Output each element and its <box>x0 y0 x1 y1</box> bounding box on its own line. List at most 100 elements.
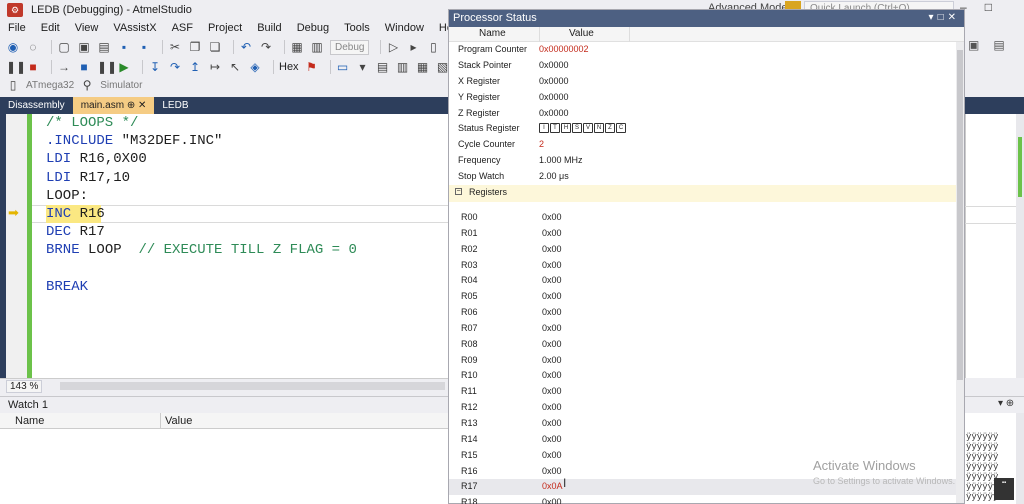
menu-tools[interactable]: Tools <box>344 22 370 34</box>
register-row[interactable]: R04 0x00 <box>449 273 956 289</box>
pause-icon[interactable]: ❚❚ <box>6 60 26 74</box>
save-icon[interactable]: ▪ <box>117 40 131 54</box>
step-over-icon[interactable]: ↷ <box>168 60 182 74</box>
register-value[interactable]: 0x00 <box>542 434 562 444</box>
panel-controls[interactable]: ▾□✕ <box>929 12 960 23</box>
status-value[interactable]: 0x0000 <box>539 92 569 102</box>
menu-edit[interactable]: Edit <box>41 22 60 34</box>
register-value[interactable]: 0x00 <box>542 450 562 460</box>
redo-icon[interactable]: ↷ <box>259 40 273 54</box>
column-separator[interactable] <box>160 413 161 429</box>
save-all-icon[interactable]: ▪ <box>137 40 151 54</box>
status-value[interactable]: 2.00 μs <box>539 171 569 181</box>
status-value[interactable]: 0x0000 <box>539 76 569 86</box>
cut-icon[interactable]: ✂ <box>168 40 182 54</box>
watch-col-value[interactable]: Value <box>165 415 192 427</box>
register-value[interactable]: 0x00 <box>542 402 562 412</box>
flag-checkbox[interactable]: H <box>561 123 571 134</box>
code-line[interactable]: .INCLUDE "M32DEF.INC" <box>46 132 357 150</box>
registers-icon[interactable]: ▥ <box>396 60 410 74</box>
navigate-icon[interactable]: ▦ <box>290 40 304 54</box>
register-value[interactable]: 0x00 <box>542 212 562 222</box>
registers-group-header[interactable]: − Registers <box>449 185 956 202</box>
memory-scrollbar[interactable] <box>1016 413 1024 504</box>
register-value[interactable]: 0x00 <box>542 355 562 365</box>
status-row[interactable]: Y Register 0x0000 <box>449 90 956 106</box>
tab-main-asm[interactable]: main.asm ⊕ ✕ <box>72 97 155 114</box>
menu-asf[interactable]: ASF <box>172 22 193 34</box>
io-icon[interactable]: ▦ <box>416 60 430 74</box>
status-value[interactable]: 0x0000 <box>539 60 569 70</box>
tab-disassembly[interactable]: Disassembly <box>0 97 73 114</box>
register-row[interactable]: R02 0x00 <box>449 242 956 258</box>
register-row[interactable]: R09 0x00 <box>449 353 956 369</box>
status-row[interactable]: Stop Watch 2.00 μs <box>449 169 956 185</box>
windows-icon[interactable]: ▭ <box>336 60 350 74</box>
menu-window[interactable]: Window <box>385 22 424 34</box>
hex-toggle[interactable]: Hex <box>279 61 299 73</box>
continue-icon[interactable]: ▶ <box>117 60 131 74</box>
menu-debug[interactable]: Debug <box>297 22 329 34</box>
zoom-level[interactable]: 143 % <box>6 380 43 393</box>
register-row[interactable]: R11 0x00 <box>449 384 956 400</box>
tab-ledb[interactable]: LEDB <box>154 97 196 114</box>
register-row[interactable]: R06 0x00 <box>449 305 956 321</box>
register-value[interactable]: 0x0A <box>542 481 563 491</box>
status-value[interactable]: 0x00000002 <box>539 44 589 54</box>
collapse-icon[interactable]: − <box>455 188 462 195</box>
processor-status-titlebar[interactable]: Processor Status ▾□✕ <box>449 10 964 27</box>
status-value[interactable]: 1.000 MHz <box>539 155 583 165</box>
undo-icon[interactable]: ↶ <box>239 40 253 54</box>
ps-col-name[interactable]: Name <box>479 28 506 39</box>
horizontal-scrollbar[interactable] <box>60 382 445 390</box>
register-row[interactable]: R00 0x00 <box>449 210 956 226</box>
menu-view[interactable]: View <box>75 22 99 34</box>
run-to-cursor-icon[interactable]: ↦ <box>208 60 222 74</box>
show-next-icon[interactable]: → <box>57 60 71 74</box>
extensions-icon[interactable]: ▤ <box>993 38 1004 52</box>
stop-icon[interactable]: ■ <box>26 60 40 74</box>
flag-checkbox[interactable]: T <box>550 123 560 134</box>
start-icon[interactable]: ▷ <box>386 40 400 54</box>
status-row[interactable]: Program Counter 0x00000002 <box>449 42 956 58</box>
run-icon[interactable]: ▸ <box>406 40 420 54</box>
device-label[interactable]: ATmega32 <box>26 80 74 91</box>
register-value[interactable]: 0x00 <box>542 228 562 238</box>
register-row[interactable]: R03 0x00 <box>449 258 956 274</box>
status-row[interactable]: Cycle Counter 2 <box>449 137 956 153</box>
copy-icon[interactable]: ❐ <box>188 40 202 54</box>
register-row[interactable]: R18 0x00 <box>449 495 956 504</box>
code-line[interactable]: BRNE LOOP // EXECUTE TILL Z FLAG = 0 <box>46 241 357 259</box>
register-value[interactable]: 0x00 <box>542 386 562 396</box>
status-value[interactable]: 0x0000 <box>539 108 569 118</box>
code-line[interactable]: INC R16 <box>46 205 357 223</box>
register-value[interactable]: 0x00 <box>542 466 562 476</box>
menu-project[interactable]: Project <box>208 22 242 34</box>
step-into-icon[interactable]: ↧ <box>148 60 162 74</box>
breakpoint-icon[interactable]: ⚑ <box>305 60 319 74</box>
menu-build[interactable]: Build <box>257 22 281 34</box>
register-value[interactable]: 0x00 <box>542 339 562 349</box>
flag-checkbox[interactable]: V <box>583 123 593 134</box>
menu-file[interactable]: File <box>8 22 26 34</box>
register-value[interactable]: 0x00 <box>542 323 562 333</box>
register-value[interactable]: 0x00 <box>542 275 562 285</box>
status-row[interactable]: Frequency 1.000 MHz <box>449 153 956 169</box>
register-row[interactable]: R12 0x00 <box>449 400 956 416</box>
dropdown-arrow-icon[interactable]: ▾ <box>356 60 370 74</box>
build-icon[interactable]: ▯ <box>426 40 440 54</box>
register-value[interactable]: 0x00 <box>542 291 562 301</box>
pause-icon-2[interactable]: ❚❚ <box>97 60 117 74</box>
code-line[interactable]: LDI R17,10 <box>46 169 357 187</box>
code-line[interactable]: /* LOOPS */ <box>46 114 357 132</box>
code-content[interactable]: /* LOOPS */.INCLUDE "M32DEF.INC" LDI R16,… <box>46 114 357 296</box>
register-row[interactable]: R10 0x00 <box>449 368 956 384</box>
step-out-icon[interactable]: ↥ <box>188 60 202 74</box>
register-value[interactable]: 0x00 <box>542 497 562 504</box>
tab-main-asm-controls[interactable]: ⊕ ✕ <box>127 100 147 111</box>
watch-panel-controls[interactable]: ▾ ⊕ <box>998 398 1014 409</box>
status-row[interactable]: Status Register I T H S V N Z C <box>449 121 956 137</box>
register-row[interactable]: R13 0x00 <box>449 416 956 432</box>
memory-icon[interactable]: ▤ <box>376 60 390 74</box>
watch-col-name[interactable]: Name <box>15 415 44 427</box>
